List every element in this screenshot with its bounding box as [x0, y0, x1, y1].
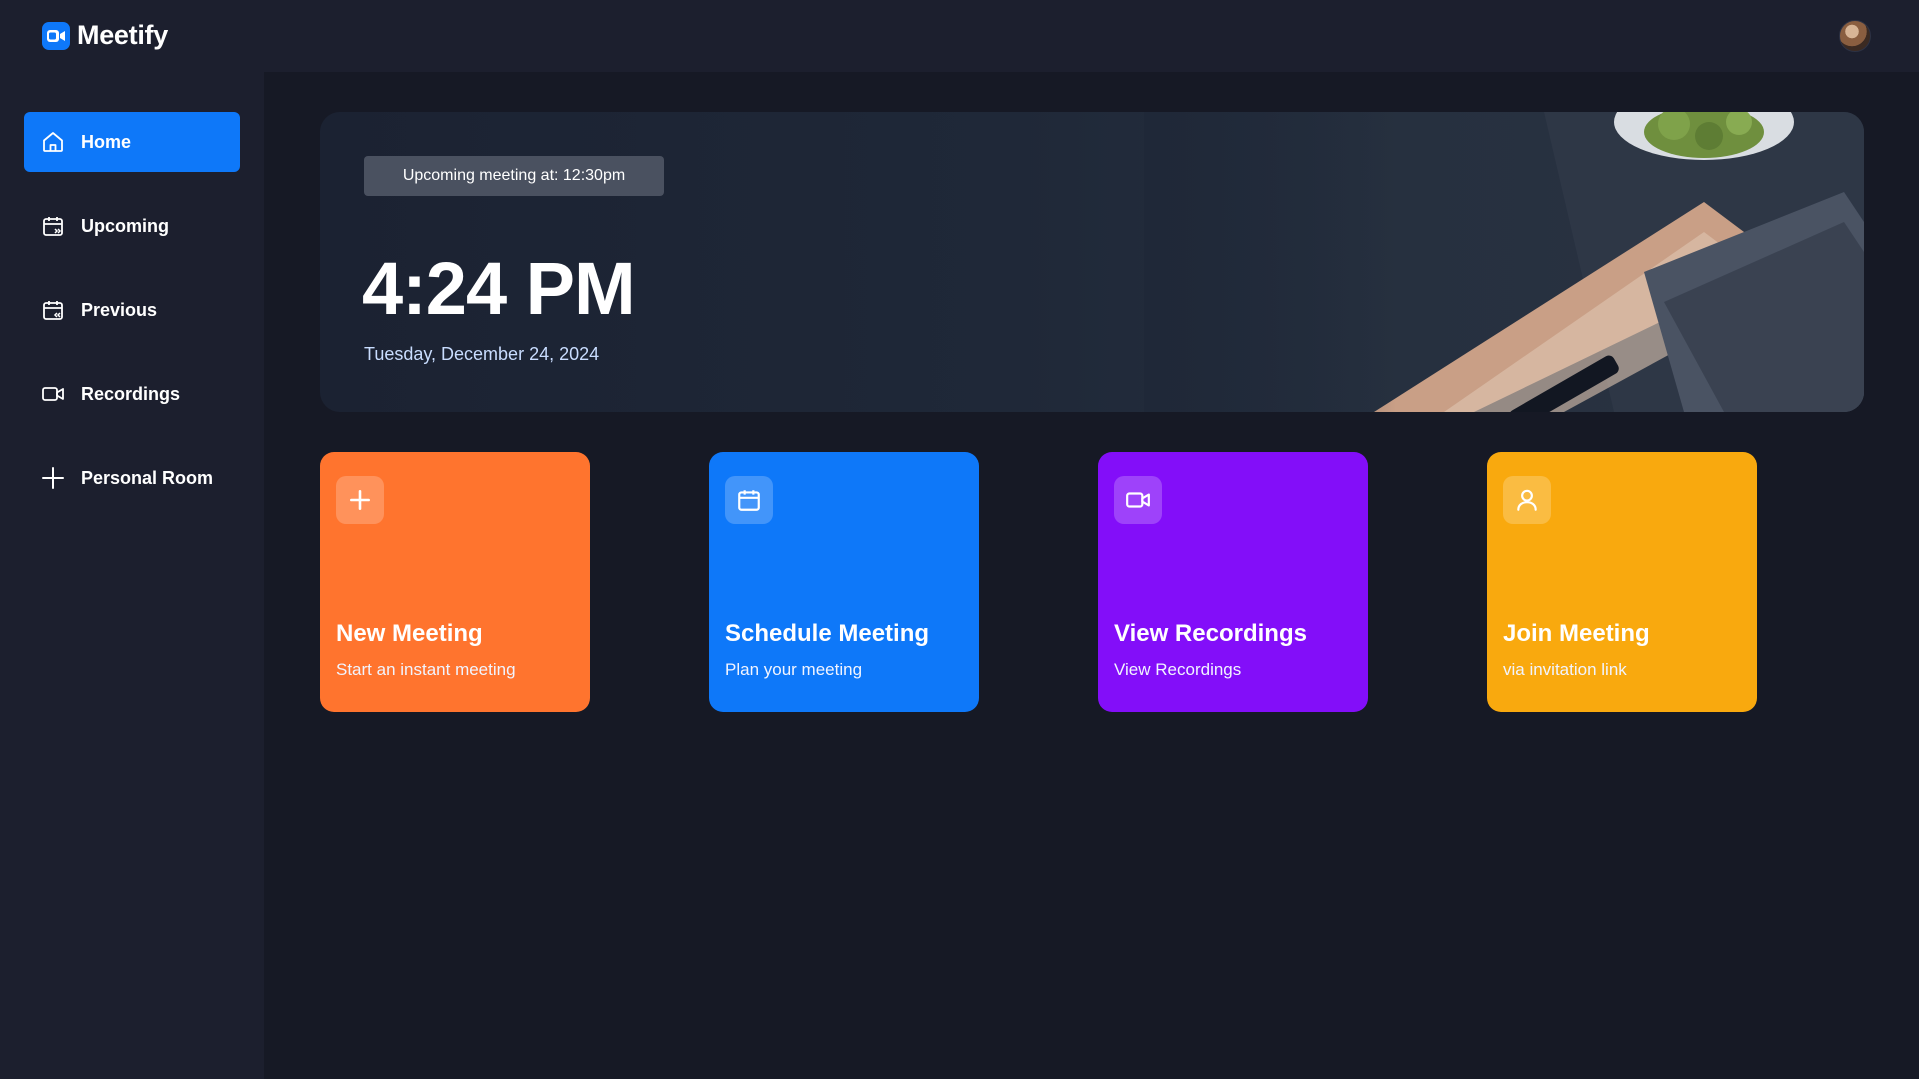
home-icon: [40, 129, 66, 155]
plus-icon: [40, 465, 66, 491]
new-meeting-card[interactable]: New Meeting Start an instant meeting: [320, 452, 590, 712]
join-meeting-card[interactable]: Join Meeting via invitation link: [1487, 452, 1757, 712]
action-cards: New Meeting Start an instant meeting Sch…: [320, 452, 1864, 712]
calendar-upcoming-icon: [40, 213, 66, 239]
user-icon: [1503, 476, 1551, 524]
top-bar: Meetify: [0, 0, 1919, 72]
sidebar-item-upcoming[interactable]: Upcoming: [24, 196, 240, 256]
schedule-meeting-card[interactable]: Schedule Meeting Plan your meeting: [709, 452, 979, 712]
main-content: Upcoming meeting at: 12:30pm 4:24 PM Tue…: [264, 72, 1919, 1079]
sidebar-item-previous[interactable]: Previous: [24, 280, 240, 340]
sidebar: Home Upcoming Previous Recordings Person…: [0, 72, 264, 1079]
app-logo[interactable]: Meetify: [42, 20, 168, 51]
video-icon: [1114, 476, 1162, 524]
sidebar-item-recordings[interactable]: Recordings: [24, 364, 240, 424]
sidebar-item-label: Personal Room: [81, 467, 214, 488]
sidebar-item-label: Upcoming: [81, 215, 169, 236]
upcoming-meeting-badge: Upcoming meeting at: 12:30pm: [364, 156, 664, 196]
view-recordings-card[interactable]: View Recordings View Recordings: [1098, 452, 1368, 712]
app-name: Meetify: [77, 20, 168, 50]
card-title: Schedule Meeting: [725, 620, 930, 647]
video-camera-icon: [42, 21, 70, 50]
card-subtitle: Start an instant meeting: [336, 660, 516, 679]
calendar-icon: [725, 476, 773, 524]
sidebar-item-personal-room[interactable]: Personal Room: [24, 448, 240, 508]
sidebar-item-label: Recordings: [81, 383, 181, 404]
sidebar-item-label: Home: [81, 131, 132, 152]
card-title: New Meeting: [336, 620, 483, 647]
card-title: Join Meeting: [1503, 620, 1650, 647]
video-icon: [40, 381, 66, 407]
hero-background-image: [1144, 112, 1864, 412]
sidebar-item-home[interactable]: Home: [24, 112, 240, 172]
card-subtitle: via invitation link: [1503, 660, 1627, 679]
user-avatar[interactable]: [1839, 20, 1871, 52]
hero-banner: Upcoming meeting at: 12:30pm 4:24 PM Tue…: [320, 112, 1864, 412]
sidebar-item-label: Previous: [81, 299, 158, 320]
current-date: Tuesday, December 24, 2024: [364, 344, 600, 364]
calendar-previous-icon: [40, 297, 66, 323]
card-title: View Recordings: [1114, 620, 1307, 647]
plus-icon: [336, 476, 384, 524]
card-subtitle: Plan your meeting: [725, 660, 863, 679]
current-time: 4:24 PM: [362, 247, 636, 330]
card-subtitle: View Recordings: [1114, 660, 1242, 679]
